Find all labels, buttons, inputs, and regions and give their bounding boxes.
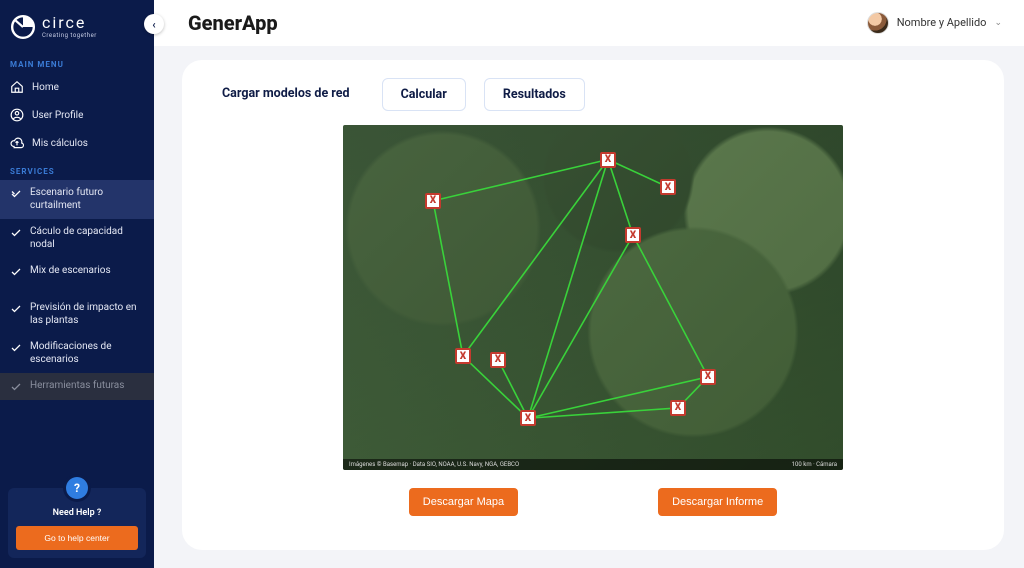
map-node-marker[interactable]: X: [700, 369, 716, 385]
actions: Descargar Mapa Descargar Informe: [202, 488, 984, 516]
sidebar-section-services: SERVICES: [0, 157, 154, 180]
check-icon: [10, 381, 22, 393]
download-map-button[interactable]: Descargar Mapa: [409, 488, 518, 516]
map-node-marker[interactable]: X: [670, 400, 686, 416]
map-node-marker[interactable]: X: [520, 410, 536, 426]
map-attribution-right: 100 km · Cámara: [792, 461, 837, 468]
main: GenerApp Nombre y Apellido ⌄ Cargar mode…: [154, 0, 1024, 568]
sidebar-item-mis-calculos[interactable]: Mis cálculos: [0, 129, 154, 157]
tab-resultados[interactable]: Resultados: [484, 78, 585, 111]
map-node-marker[interactable]: X: [490, 352, 506, 368]
topbar: GenerApp Nombre y Apellido ⌄: [154, 0, 1024, 46]
sidebar-item-label: Mis cálculos: [32, 138, 88, 149]
brand-logo-icon: [10, 14, 36, 40]
page-title: GenerApp: [188, 11, 278, 35]
cloud-upload-icon: [10, 136, 24, 150]
help-title: Need Help ?: [16, 508, 138, 518]
sidebar-item-home[interactable]: Home: [0, 73, 154, 101]
sidebar-item-escenario-futuro[interactable]: Escenario futuro curtailment: [0, 180, 154, 219]
help-card: ? Need Help ? Go to help center: [8, 488, 146, 558]
sidebar: circe Creating together ‹ MAIN MENU Home…: [0, 0, 154, 568]
content: Cargar modelos de red Calcular Resultado…: [154, 46, 1024, 568]
network-map[interactable]: Imágenes © Basemap · Data SIO, NOAA, U.S…: [343, 125, 843, 470]
network-edges: [343, 125, 843, 470]
sidebar-item-mix-escenarios[interactable]: Mix de escenarios: [0, 258, 154, 285]
check-icon: [10, 342, 22, 354]
sidebar-item-label: Previsión de impacto en las plantas: [30, 302, 144, 327]
sidebar-collapse-button[interactable]: ‹: [144, 14, 164, 34]
help-center-button[interactable]: Go to help center: [16, 526, 138, 550]
map-attribution: Imágenes © Basemap · Data SIO, NOAA, U.S…: [343, 459, 843, 470]
user-icon: [10, 108, 24, 122]
brand-tagline: Creating together: [42, 33, 97, 39]
home-icon: [10, 80, 24, 94]
sidebar-item-label: Modificaciones de escenarios: [30, 341, 144, 366]
user-name: Nombre y Apellido: [897, 16, 987, 29]
map-node-marker[interactable]: X: [625, 227, 641, 243]
download-report-button[interactable]: Descargar Informe: [658, 488, 777, 516]
results-card: Cargar modelos de red Calcular Resultado…: [182, 60, 1004, 550]
help-icon: ?: [66, 477, 88, 499]
map-node-marker[interactable]: X: [600, 152, 616, 168]
avatar: [867, 12, 889, 34]
sidebar-item-capacidad-nodal[interactable]: Cáculo de capacidad nodal: [0, 219, 154, 258]
sidebar-item-label: Home: [32, 82, 59, 93]
sidebar-item-user-profile[interactable]: User Profile: [0, 101, 154, 129]
sidebar-item-modificaciones[interactable]: Modificaciones de escenarios: [0, 334, 154, 373]
sidebar-item-label: Escenario futuro curtailment: [30, 187, 144, 212]
tabs: Cargar modelos de red Calcular Resultado…: [208, 78, 984, 111]
check-icon: [10, 266, 22, 278]
map-attribution-left: Imágenes © Basemap · Data SIO, NOAA, U.S…: [349, 461, 519, 468]
map-node-marker[interactable]: X: [455, 348, 471, 364]
check-icon: [10, 227, 22, 239]
sidebar-item-label: User Profile: [32, 110, 83, 121]
sidebar-item-label: Mix de escenarios: [30, 265, 111, 278]
brand: circe Creating together: [0, 0, 154, 50]
map-node-marker[interactable]: X: [425, 193, 441, 209]
chevron-down-icon: ⌄: [994, 18, 1002, 28]
sidebar-item-prevision-impacto[interactable]: Previsión de impacto en las plantas: [0, 295, 154, 334]
brand-name: circe: [42, 15, 97, 31]
tab-calcular[interactable]: Calcular: [382, 78, 466, 111]
map-node-marker[interactable]: X: [660, 179, 676, 195]
sidebar-item-label: Cáculo de capacidad nodal: [30, 226, 144, 251]
sidebar-item-herramientas-futuras: Herramientas futuras: [0, 373, 154, 400]
sidebar-section-main: MAIN MENU: [0, 50, 154, 73]
sidebar-item-label: Herramientas futuras: [30, 380, 124, 393]
user-menu[interactable]: Nombre y Apellido ⌄: [867, 12, 1002, 34]
tab-cargar-modelos: Cargar modelos de red: [208, 78, 364, 111]
check-icon: [10, 188, 22, 200]
check-icon: [10, 303, 22, 315]
